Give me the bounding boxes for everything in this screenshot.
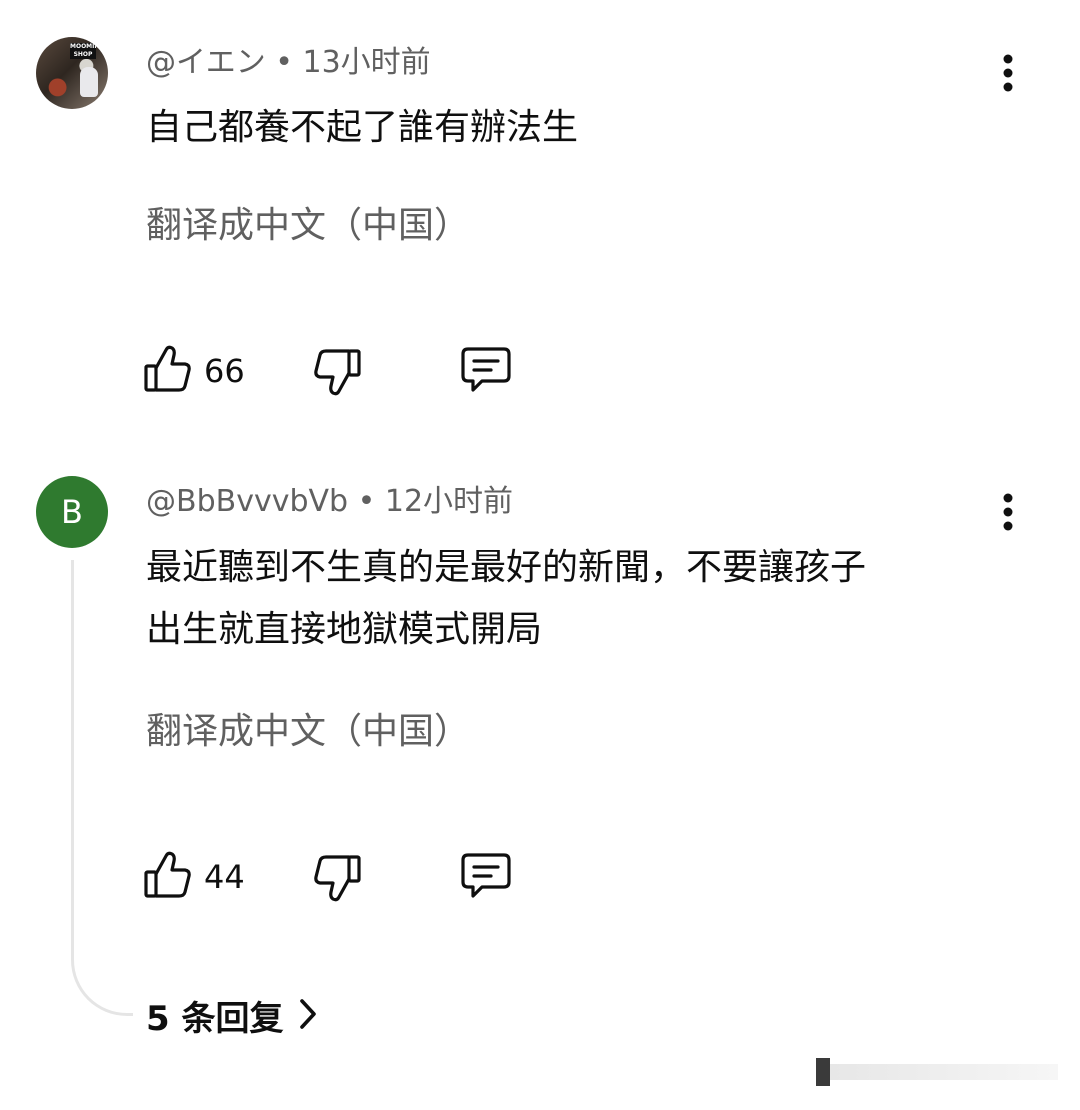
- like-button[interactable]: [144, 344, 192, 394]
- reply-icon: [460, 346, 512, 394]
- more-options-button[interactable]: [988, 47, 1028, 99]
- timestamp: 13小时前: [302, 45, 431, 80]
- more-vert-icon: [1003, 493, 1013, 531]
- comment-text-line: 最近聽到不生真的是最好的新聞，不要讓孩子: [146, 547, 867, 588]
- timestamp: 12小时前: [384, 484, 514, 519]
- translate-button[interactable]: 翻译成中文（中国）: [146, 204, 470, 248]
- replies-label: 5 条回复: [146, 999, 284, 1039]
- thumb-down-icon: [313, 853, 361, 903]
- thread-connector-line: [71, 560, 133, 1016]
- dislike-button[interactable]: [313, 347, 361, 397]
- dislike-button[interactable]: [313, 853, 361, 903]
- thumb-up-icon: [144, 344, 192, 394]
- like-count: 66: [204, 352, 245, 390]
- comment-text-line: 出生就直接地獄模式開局: [146, 609, 543, 650]
- comment-text: 自己都養不起了誰有辦法生: [146, 107, 579, 148]
- thumb-up-icon: [144, 850, 192, 900]
- chevron-right-icon: [298, 996, 318, 1042]
- reply-icon: [460, 852, 512, 900]
- translate-button[interactable]: 翻译成中文（中国）: [146, 710, 470, 754]
- separator-dot: •: [275, 45, 293, 80]
- comment-header: @イエン • 13小时前: [146, 45, 431, 81]
- like-button[interactable]: [144, 850, 192, 900]
- comment-text: 最近聽到不生真的是最好的新聞，不要讓孩子 出生就直接地獄模式開局: [146, 537, 1006, 661]
- reply-button[interactable]: [460, 852, 512, 900]
- author-name[interactable]: @イエン: [146, 45, 266, 80]
- like-count: 44: [204, 858, 245, 896]
- reply-button[interactable]: [460, 346, 512, 394]
- more-vert-icon: [1003, 54, 1013, 92]
- watermark-bar: [818, 1064, 1058, 1080]
- comment-header: @BbBvvvbVb • 12小时前: [146, 484, 513, 520]
- more-options-button[interactable]: [988, 486, 1028, 538]
- separator-dot: •: [357, 484, 376, 519]
- avatar-figure: [80, 67, 98, 97]
- avatar-shop-sign: MOOMIN SHOP: [70, 43, 100, 59]
- view-replies-button[interactable]: 5 条回复: [146, 996, 318, 1042]
- thumb-down-icon: [313, 347, 361, 397]
- avatar[interactable]: MOOMIN SHOP: [36, 37, 108, 109]
- author-name[interactable]: @BbBvvvbVb: [146, 484, 348, 519]
- avatar[interactable]: B: [36, 476, 108, 548]
- watermark-mark: [816, 1058, 830, 1086]
- watermark: [748, 1058, 1058, 1088]
